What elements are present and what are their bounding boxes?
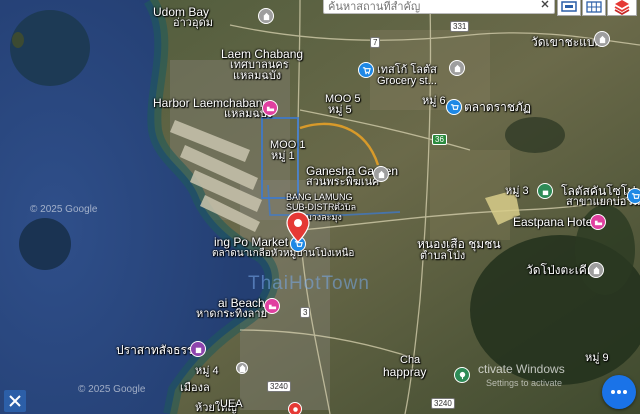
poi-eastpana-hotel[interactable] xyxy=(590,214,606,230)
map-viewport[interactable]: Udom Bay อ่าวอุดม Laem Chabang เทศบาลนคร… xyxy=(0,0,640,414)
temple-icon xyxy=(263,12,269,20)
grid-icon xyxy=(586,1,602,13)
landmark-icon xyxy=(195,347,201,353)
poi-shop-right[interactable] xyxy=(627,188,640,204)
more-options-button[interactable] xyxy=(602,375,636,409)
temple-icon xyxy=(378,170,384,178)
label-bang-lamung-th2: บางละมุง xyxy=(306,212,342,222)
tools-button[interactable] xyxy=(4,390,26,412)
label-happray: happray xyxy=(383,365,427,379)
poi-park[interactable] xyxy=(454,367,470,383)
label-moo5-th: หมู่ 5 xyxy=(328,104,352,116)
temple-icon xyxy=(239,364,245,372)
label-muang: เมืองล xyxy=(180,382,210,394)
label-market-th: ตลาดนาเกลือหัวหมู่บ้านโป่งเหนือ xyxy=(212,248,355,259)
activate-windows: ctivate Windows xyxy=(478,362,565,376)
poi-wat-pong[interactable] xyxy=(588,262,604,278)
copyright-1: © 2025 Google xyxy=(30,204,98,215)
poi-ganesha[interactable] xyxy=(373,166,389,182)
cart-icon xyxy=(450,103,459,110)
label-beach-th: หาดกระทิงลาย xyxy=(196,308,268,320)
cart-icon xyxy=(362,66,371,74)
store-icon xyxy=(542,190,548,195)
search-box[interactable] xyxy=(323,0,555,14)
road-7: 7 xyxy=(370,37,381,48)
poi-temple-top[interactable] xyxy=(258,8,274,24)
label-moo1-th: หมู่ 1 xyxy=(271,150,295,162)
activate-windows-sub: Settings to activate xyxy=(486,378,563,388)
road-3: 3 xyxy=(300,307,311,318)
temple-icon xyxy=(599,35,605,43)
road-331: 331 xyxy=(450,21,470,32)
layers-icon xyxy=(561,1,577,12)
place-icon xyxy=(292,406,298,412)
watermark: ThaiHotTown xyxy=(248,273,370,294)
more-dots-icon xyxy=(611,390,627,394)
label-noi-village2: ตำบลโป่ง xyxy=(420,250,466,262)
bed-icon xyxy=(594,220,602,225)
poi-prasat[interactable] xyxy=(190,341,206,357)
label-wat-top: วัดเขาชะแบก xyxy=(531,35,602,49)
temple-icon xyxy=(454,64,460,72)
poi-bottom-red[interactable] xyxy=(288,402,302,414)
poi-lotus-right[interactable] xyxy=(537,183,553,199)
stack-icon xyxy=(614,0,630,15)
label-noi-village: หนองเสือ ชุมชน xyxy=(417,237,501,251)
label-laem-chabang-th2: แหลมฉบัง xyxy=(233,70,282,82)
poi-harbor-hotel[interactable] xyxy=(262,100,278,116)
label-udom-bay-th: อ่าวอุดม xyxy=(173,17,213,29)
label-talad: ตลาดราชภัฏ xyxy=(464,100,531,114)
label-eastpana: Eastpana Hotel xyxy=(513,215,596,229)
bed-icon xyxy=(268,304,276,309)
label-moo-c: หมู่ 4 xyxy=(195,365,219,377)
road-3240b: 3240 xyxy=(431,398,455,409)
label-moo-d: หมู่ 9 xyxy=(585,352,609,364)
poi-wat-top[interactable] xyxy=(594,31,610,47)
tree-icon xyxy=(459,371,465,379)
poi-talad[interactable] xyxy=(446,99,462,115)
road-36: 36 xyxy=(432,134,447,145)
cart-icon xyxy=(631,192,640,199)
marker-layer-button[interactable] xyxy=(607,0,637,16)
temple-icon xyxy=(593,266,599,274)
label-prasat: ปราสาทสัจธรรม xyxy=(116,343,202,357)
search-input[interactable] xyxy=(324,0,532,14)
grid-button[interactable] xyxy=(582,0,606,16)
tools-icon xyxy=(9,395,21,407)
road-3240a: 3240 xyxy=(267,381,291,392)
label-moo-a: หมู่ 6 xyxy=(422,95,446,107)
copyright-2: © 2025 Google xyxy=(78,384,146,395)
location-pin-icon[interactable] xyxy=(286,211,310,243)
bed-icon xyxy=(266,106,274,111)
label-moo-b: หมู่ 3 xyxy=(505,185,529,197)
label-uea: UEA xyxy=(220,398,243,410)
layers-button[interactable] xyxy=(557,0,581,16)
poi-small[interactable] xyxy=(236,362,248,374)
close-icon[interactable] xyxy=(539,0,551,10)
label-grocery: Grocery st... xyxy=(377,75,437,87)
poi-temple-mid[interactable] xyxy=(449,60,465,76)
poi-tesco-lotus[interactable] xyxy=(358,62,374,78)
label-market: ing Po Market xyxy=(214,235,289,249)
poi-beach-hotel[interactable] xyxy=(264,298,280,314)
label-ganesha-th: สวนพระพิฆเนศ xyxy=(306,176,380,188)
